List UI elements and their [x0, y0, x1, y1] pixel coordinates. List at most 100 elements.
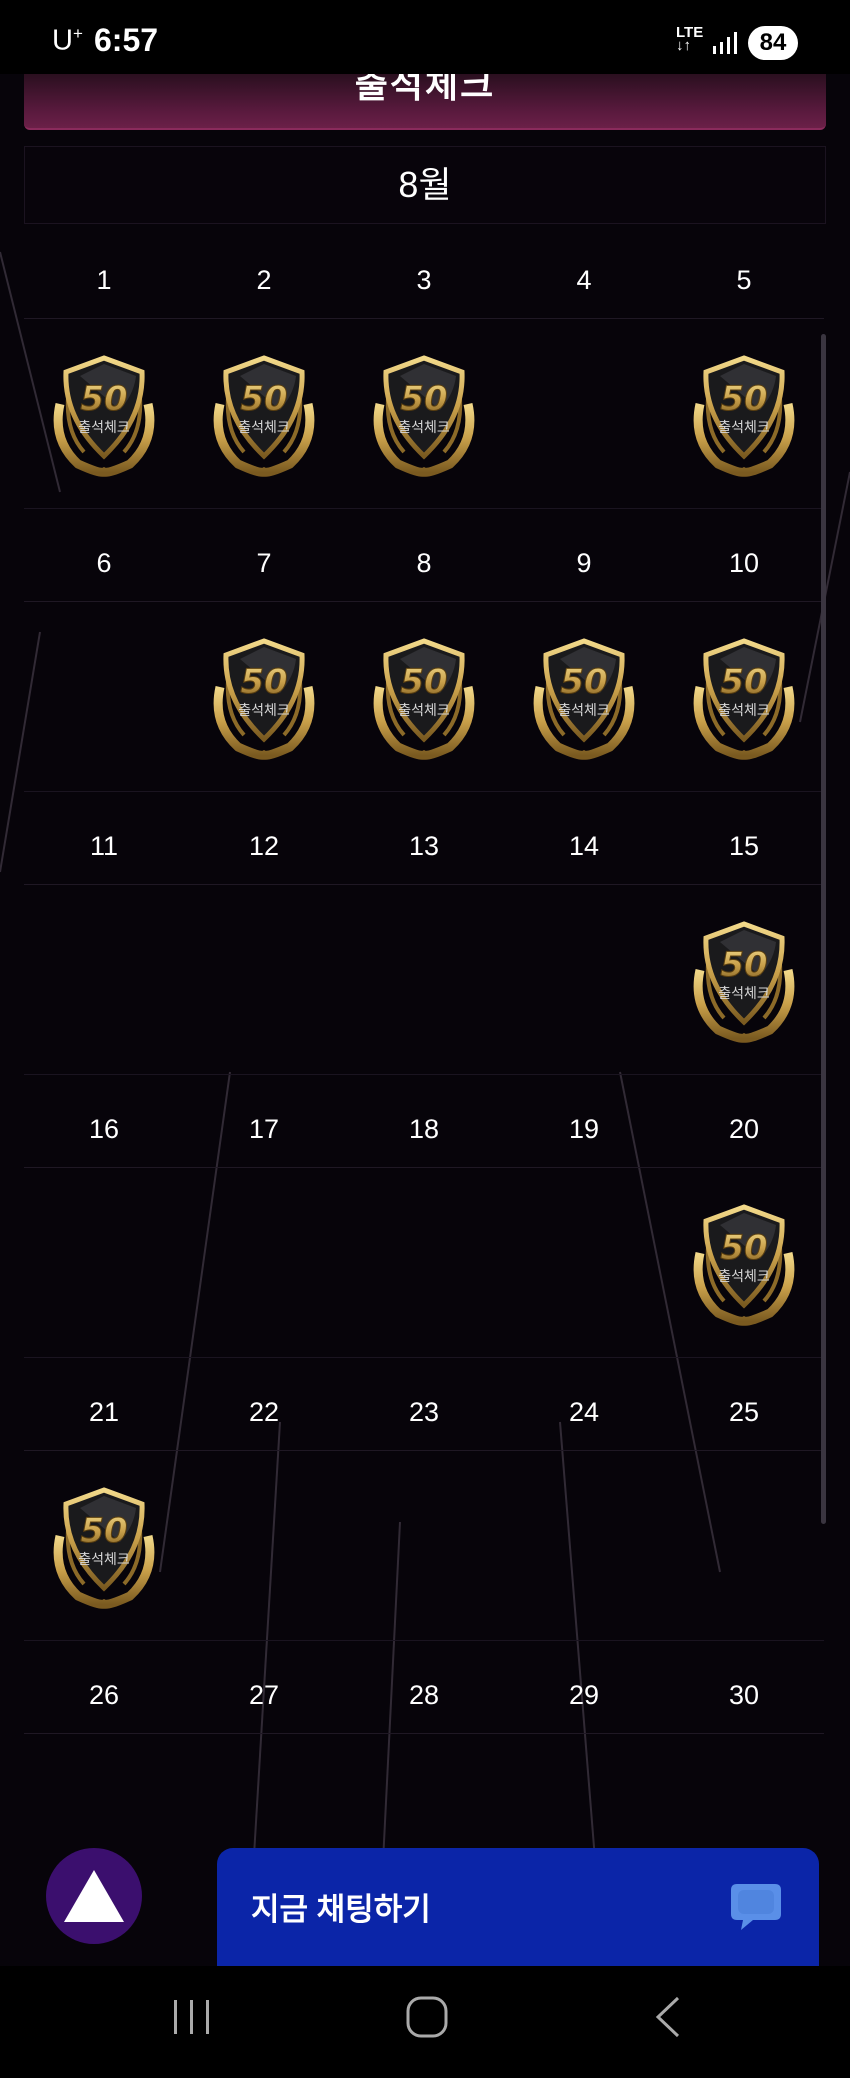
day-number: 22	[248, 1397, 280, 1427]
svg-text:50: 50	[400, 379, 447, 419]
attendance-calendar: 1 2 3 4 5 50 출석체크 50 출석체크 50 출석체크 50 출석체크 6 7 8 9 10 50 출석체…	[24, 226, 824, 1734]
day-number: 9	[576, 548, 592, 578]
day-number: 8	[416, 548, 432, 578]
day-number: 12	[248, 831, 280, 861]
day-number: 11	[89, 831, 119, 861]
week-day-row: 1 2 3 4 5	[24, 226, 824, 319]
attendance-stamp-icon: 50 출석체크	[38, 348, 170, 480]
day-number: 20	[728, 1114, 760, 1144]
svg-text:50: 50	[400, 662, 447, 702]
attendance-stamp-icon: 50 출석체크	[678, 631, 810, 763]
recent-apps-icon[interactable]	[170, 1992, 214, 2042]
stamp-row: 50 출석체크 50 출석체크 50 출석체크 50 출석체크	[24, 319, 824, 509]
day-number: 29	[568, 1680, 600, 1710]
svg-text:출석체크: 출석체크	[78, 420, 130, 436]
stamp-cell: 50 출석체크	[664, 319, 824, 508]
day-number: 16	[88, 1114, 120, 1144]
stamp-row: 50 출석체크	[24, 885, 824, 1075]
svg-text:50: 50	[80, 1511, 127, 1551]
attendance-stamp-icon: 50 출석체크	[38, 1480, 170, 1612]
stamp-cell	[344, 885, 504, 1074]
carrier-label: U+	[52, 24, 83, 57]
day-number: 3	[416, 265, 432, 295]
scrollbar[interactable]	[821, 334, 826, 1524]
attendance-stamp-icon: 50 출석체크	[358, 631, 490, 763]
stamp-cell: 50 출석체크	[24, 319, 184, 508]
svg-text:50: 50	[80, 379, 127, 419]
day-number: 4	[576, 265, 592, 295]
stamp-cell: 50 출석체크	[344, 319, 504, 508]
svg-text:출석체크: 출석체크	[718, 1269, 770, 1285]
attendance-stamp-icon: 50 출석체크	[678, 914, 810, 1046]
day-number: 10	[728, 548, 760, 578]
week-day-row: 16 17 18 19 20	[24, 1075, 824, 1168]
stamp-cell	[504, 1451, 664, 1640]
week-day-row: 11 12 13 14 15	[24, 792, 824, 885]
day-number: 24	[568, 1397, 600, 1427]
svg-text:출석체크: 출석체크	[718, 986, 770, 1002]
day-number: 21	[88, 1397, 120, 1427]
day-number: 26	[88, 1680, 120, 1710]
stamp-cell: 50 출석체크	[184, 319, 344, 508]
svg-text:50: 50	[720, 379, 767, 419]
svg-text:출석체크: 출석체크	[238, 703, 290, 719]
day-number: 19	[568, 1114, 600, 1144]
stamp-cell	[504, 1168, 664, 1357]
attendance-stamp-icon: 50 출석체크	[198, 348, 330, 480]
svg-text:출석체크: 출석체크	[238, 420, 290, 436]
back-icon[interactable]	[650, 1992, 686, 2042]
chat-bubble-icon	[731, 1884, 781, 1930]
day-number: 6	[96, 548, 112, 578]
svg-text:50: 50	[720, 945, 767, 985]
stamp-cell: 50 출석체크	[664, 1168, 824, 1357]
battery-indicator: 84	[748, 26, 798, 60]
stamp-row: 50 출석체크	[24, 1451, 824, 1641]
stamp-row: 50 출석체크	[24, 1168, 824, 1358]
stamp-cell	[504, 319, 664, 508]
day-number: 27	[248, 1680, 280, 1710]
day-number: 2	[256, 265, 272, 295]
day-number: 7	[256, 548, 272, 578]
stamp-cell	[24, 885, 184, 1074]
svg-text:50: 50	[560, 662, 607, 702]
svg-text:출석체크: 출석체크	[558, 703, 610, 719]
day-number: 30	[728, 1680, 760, 1710]
svg-text:출석체크: 출석체크	[78, 1552, 130, 1568]
stamp-cell	[344, 1451, 504, 1640]
home-icon[interactable]	[404, 1992, 450, 2042]
month-header: 8월	[24, 146, 826, 224]
day-number: 23	[408, 1397, 440, 1427]
stamp-cell: 50 출석체크	[24, 1451, 184, 1640]
stamp-cell: 50 출석체크	[504, 602, 664, 791]
day-number: 28	[408, 1680, 440, 1710]
day-number: 13	[408, 831, 440, 861]
svg-text:출석체크: 출석체크	[718, 703, 770, 719]
day-number: 1	[96, 265, 112, 295]
stamp-cell: 50 출석체크	[184, 602, 344, 791]
day-number: 14	[568, 831, 600, 861]
stamp-cell: 50 출석체크	[664, 602, 824, 791]
triangle-icon	[64, 1870, 124, 1922]
svg-text:출석체크: 출석체크	[398, 420, 450, 436]
stamp-cell	[184, 1451, 344, 1640]
svg-text:50: 50	[240, 379, 287, 419]
page-title: 출석체크	[354, 74, 496, 105]
stamp-cell: 50 출석체크	[344, 602, 504, 791]
floating-menu-button[interactable]	[46, 1848, 142, 1944]
stamp-cell: 50 출석체크	[664, 885, 824, 1074]
svg-text:50: 50	[240, 662, 287, 702]
svg-text:출석체크: 출석체크	[398, 703, 450, 719]
attendance-stamp-icon: 50 출석체크	[678, 348, 810, 480]
stamp-cell	[504, 885, 664, 1074]
day-number: 25	[728, 1397, 760, 1427]
day-number: 17	[248, 1114, 280, 1144]
svg-text:출석체크: 출석체크	[718, 420, 770, 436]
stamp-cell	[344, 1168, 504, 1357]
day-number: 5	[736, 265, 752, 295]
attendance-stamp-icon: 50 출석체크	[678, 1197, 810, 1329]
attendance-stamp-icon: 50 출석체크	[358, 348, 490, 480]
svg-text:50: 50	[720, 1228, 767, 1268]
chat-now-button[interactable]: 지금 채팅하기	[217, 1848, 819, 1966]
attendance-stamp-icon: 50 출석체크	[518, 631, 650, 763]
day-number: 18	[408, 1114, 440, 1144]
